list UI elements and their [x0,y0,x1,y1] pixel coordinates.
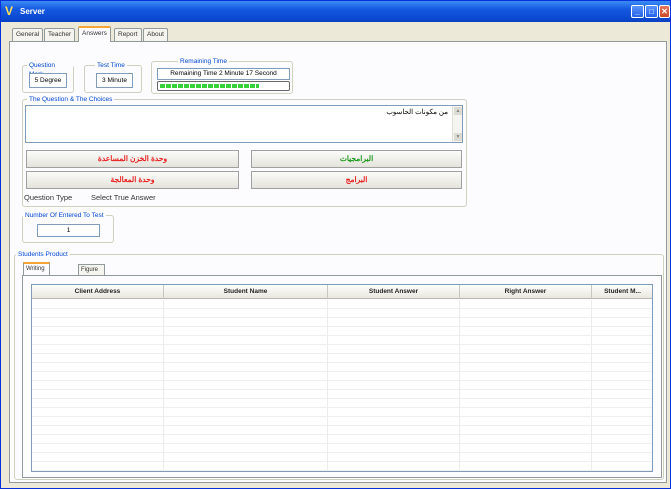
col-client-address[interactable]: Client Address [32,285,164,299]
entered-label: Number Of Entered To Test [23,211,106,220]
tab-about-me[interactable]: About Me [143,28,168,50]
question-group: The Question & The Choices من مكونات الح… [22,95,467,207]
grid-body [32,300,652,471]
test-time-group: Test Time 3 Minute [84,61,142,93]
students-grid[interactable]: Client Address Student Name Student Answ… [31,284,653,472]
minimize-button[interactable]: _ [631,5,644,18]
question-text-area[interactable]: من مكونات الحاسوب ▲ ▼ [25,105,463,143]
remaining-time-progress [157,81,290,91]
col-student-mark[interactable]: Student M... [592,285,652,299]
col-student-name[interactable]: Student Name [164,285,328,299]
students-product-group: Students Product Writing Product Figure … [14,250,664,480]
choice-button-1[interactable]: وحدة الخزن المساعدة [26,150,239,168]
remaining-time-label: Remaining Time [178,57,229,66]
tab-writing-product[interactable]: Writing Product [23,262,50,282]
close-button[interactable]: ✕ [659,5,670,18]
entered-count-field: 1 [37,224,100,237]
choice-button-4[interactable]: البرامج [251,171,462,189]
tab-general[interactable]: General [12,28,44,41]
question-group-label: The Question & The Choices [27,95,115,104]
title-bar[interactable]: V Server _ □ ✕ [1,1,670,22]
question-type-label: Question Type [24,193,73,202]
server-window: V Server _ □ ✕ General Teacher Answers R… [0,0,671,489]
app-icon: V [5,4,14,18]
scroll-down-icon[interactable]: ▼ [454,133,462,141]
tab-answers[interactable]: Answers [78,26,111,42]
test-time-label: Test Time [95,61,127,70]
entered-group: Number Of Entered To Test 1 [22,211,114,243]
col-student-answer[interactable]: Student Answer [328,285,460,299]
choice-button-2[interactable]: البرامجيات [251,150,462,168]
question-type-value: Select True Answer [91,193,156,202]
test-time-field: 3 Minute [96,73,133,88]
remaining-time-group: Remaining Time Remaining Time 2 Minute 1… [151,57,293,94]
question-text: من مكونات الحاسوب [386,109,448,116]
col-divider [163,300,164,471]
tab-report[interactable]: Report [114,28,142,41]
window-title: Server [20,7,45,16]
tab-teacher[interactable]: Teacher [44,28,76,41]
grid-header: Client Address Student Name Student Answ… [32,285,652,300]
maximize-button[interactable]: □ [645,5,658,18]
remaining-time-text: Remaining Time 2 Minute 17 Second [157,68,290,80]
col-divider [591,300,592,471]
answers-panel: Question Mark 5 Degree Test Time 3 Minut… [9,41,667,483]
question-scrollbar[interactable]: ▲ ▼ [452,106,462,142]
choice-button-3[interactable]: وحدة المعالجة [26,171,239,189]
students-product-label: Students Product [16,250,70,259]
tab-figure-product[interactable]: Figure Product [78,264,105,283]
question-mark-group: Question Mark 5 Degree [22,61,74,93]
col-divider [459,300,460,471]
question-mark-field: 5 Degree [29,73,67,88]
writing-product-panel: Client Address Student Name Student Answ… [22,275,662,478]
col-right-answer[interactable]: Right Answer [460,285,592,299]
remaining-time-progress-fill [160,84,260,88]
scroll-up-icon[interactable]: ▲ [454,107,462,115]
col-divider [327,300,328,471]
